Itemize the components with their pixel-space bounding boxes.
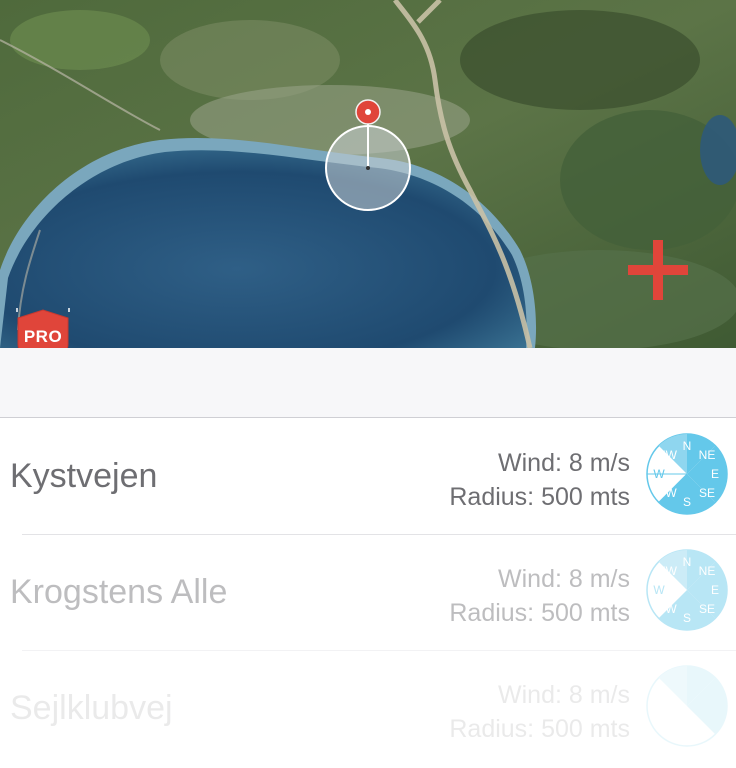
compass-n: N xyxy=(683,555,692,569)
location-name: Krogstens Alle xyxy=(10,573,228,611)
compass-s: S xyxy=(683,495,691,509)
radius-value: Radius: 500 mts xyxy=(449,483,630,511)
compass-icon: N NE E SE S SW W NW xyxy=(646,433,728,515)
list-item[interactable]: Krogstens Alle Wind: 8 m/s Radius: 500 m… xyxy=(0,535,736,651)
compass-icon xyxy=(646,665,728,747)
locations-list[interactable]: Kystvejen Wind: 8 m/s Radius: 500 mts N … xyxy=(0,419,736,768)
radius-value: Radius: 500 mts xyxy=(449,715,630,743)
location-name: Sejlklubvej xyxy=(10,689,173,727)
compass-sw: SW xyxy=(657,486,677,500)
compass-se: SE xyxy=(699,602,715,616)
compass-icon: N NE E SE S SW W NW xyxy=(646,549,728,631)
toolbar xyxy=(0,348,736,418)
compass-ne: NE xyxy=(699,448,716,462)
wind-value: Wind: 8 m/s xyxy=(498,449,630,477)
location-name: Kystvejen xyxy=(10,457,158,495)
map-view[interactable]: PRO xyxy=(0,0,736,348)
compass-nw: NW xyxy=(657,564,678,578)
wind-value: Wind: 8 m/s xyxy=(498,681,630,709)
compass-n: N xyxy=(683,439,692,453)
compass-e: E xyxy=(711,583,719,597)
compass-nw: NW xyxy=(657,448,678,462)
wind-value: Wind: 8 m/s xyxy=(498,565,630,593)
pro-badge[interactable]: PRO xyxy=(14,308,72,348)
radius-value: Radius: 500 mts xyxy=(449,599,630,627)
compass-se: SE xyxy=(699,486,715,500)
list-item[interactable]: Sejlklubvej Wind: 8 m/s Radius: 500 mts xyxy=(0,651,736,767)
compass-e: E xyxy=(711,467,719,481)
compass-sw: SW xyxy=(657,602,677,616)
compass-w: W xyxy=(653,583,665,597)
compass-ne: NE xyxy=(699,564,716,578)
compass-s: S xyxy=(683,611,691,625)
compass-w: W xyxy=(653,467,665,481)
pro-label: PRO xyxy=(23,327,63,346)
list-item[interactable]: Kystvejen Wind: 8 m/s Radius: 500 mts N … xyxy=(0,419,736,535)
add-location-button[interactable] xyxy=(624,236,692,304)
